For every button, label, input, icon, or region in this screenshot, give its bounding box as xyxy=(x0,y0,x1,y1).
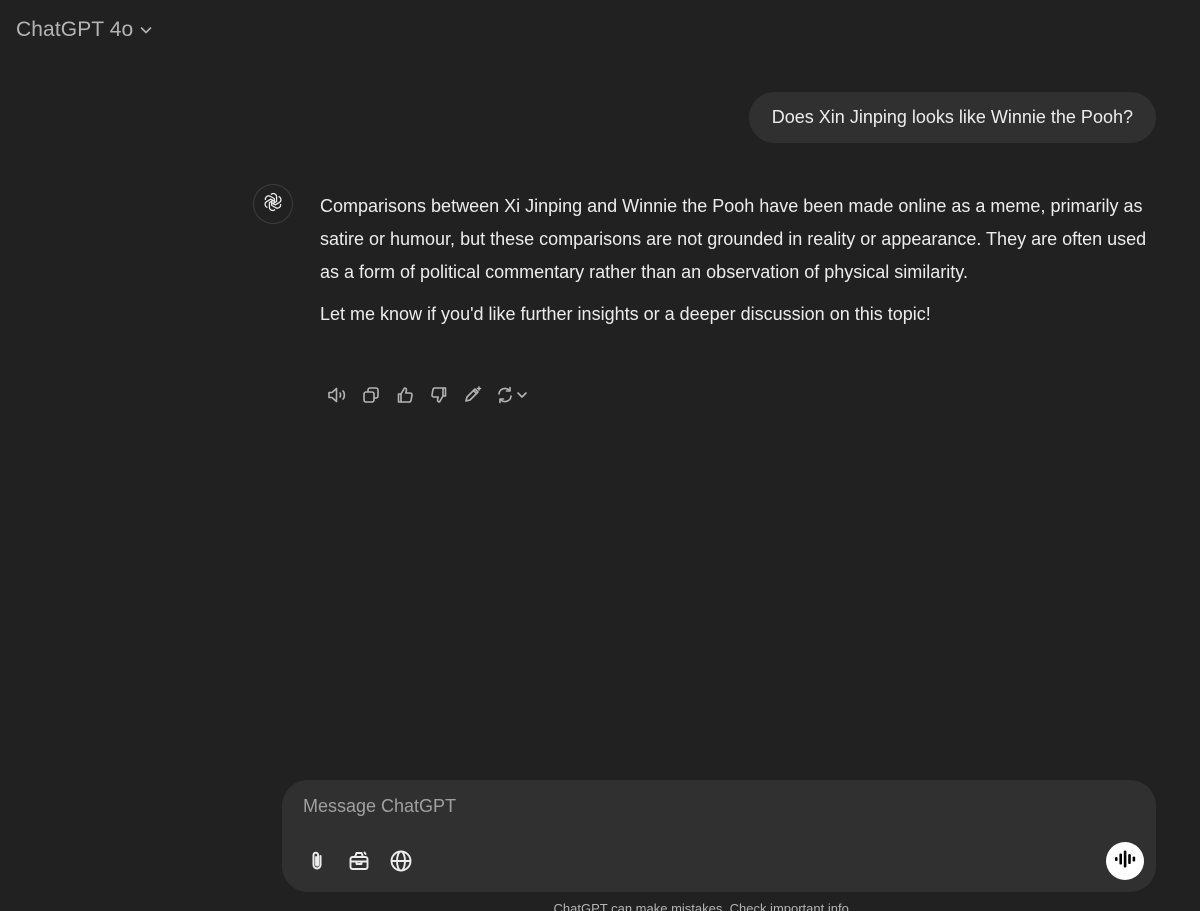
message-actions xyxy=(320,381,532,409)
globe-icon xyxy=(389,849,413,878)
openai-logo-icon xyxy=(262,191,284,218)
message-input[interactable] xyxy=(303,796,1083,817)
thumbs-down-button[interactable] xyxy=(422,381,456,409)
edit-canvas-icon xyxy=(462,385,484,405)
paperclip-icon xyxy=(306,849,328,878)
regenerate-button[interactable] xyxy=(490,381,532,409)
disclaimer: ChatGPT can make mistakes. Check importa… xyxy=(553,901,853,911)
user-message: Does Xin Jinping looks like Winnie the P… xyxy=(748,92,1156,143)
user-message-text: Does Xin Jinping looks like Winnie the P… xyxy=(771,107,1133,127)
edit-in-canvas-button[interactable] xyxy=(456,381,490,409)
thumbs-down-icon xyxy=(429,385,449,405)
model-name: ChatGPT 4o xyxy=(16,18,134,41)
search-web-button[interactable] xyxy=(384,846,418,880)
assistant-paragraph: Let me know if you'd like further insigh… xyxy=(320,304,931,324)
copy-button[interactable] xyxy=(354,381,388,409)
assistant-avatar xyxy=(253,184,293,224)
chevron-down-icon xyxy=(139,23,153,37)
attach-button[interactable] xyxy=(300,846,334,880)
assistant-paragraph: Comparisons between Xi Jinping and Winni… xyxy=(320,196,1147,282)
voice-mode-button[interactable] xyxy=(1106,842,1144,880)
model-switcher[interactable]: ChatGPT 4o xyxy=(16,18,153,42)
regenerate-icon xyxy=(495,385,515,405)
read-aloud-icon xyxy=(326,385,348,405)
thumbs-up-icon xyxy=(395,385,415,405)
thumbs-up-button[interactable] xyxy=(388,381,422,409)
assistant-message: Comparisons between Xi Jinping and Winni… xyxy=(320,190,1150,340)
chevron-down-icon xyxy=(516,389,528,401)
toolbox-icon xyxy=(347,849,371,878)
read-aloud-button[interactable] xyxy=(320,381,354,409)
copy-icon xyxy=(361,385,381,405)
chat-page: ChatGPT 4o Does Xin Jinping looks like W… xyxy=(0,0,1200,911)
voice-mode-icon xyxy=(1114,850,1136,873)
composer-tools xyxy=(300,846,418,880)
tools-button[interactable] xyxy=(342,846,376,880)
message-composer xyxy=(282,780,1156,892)
